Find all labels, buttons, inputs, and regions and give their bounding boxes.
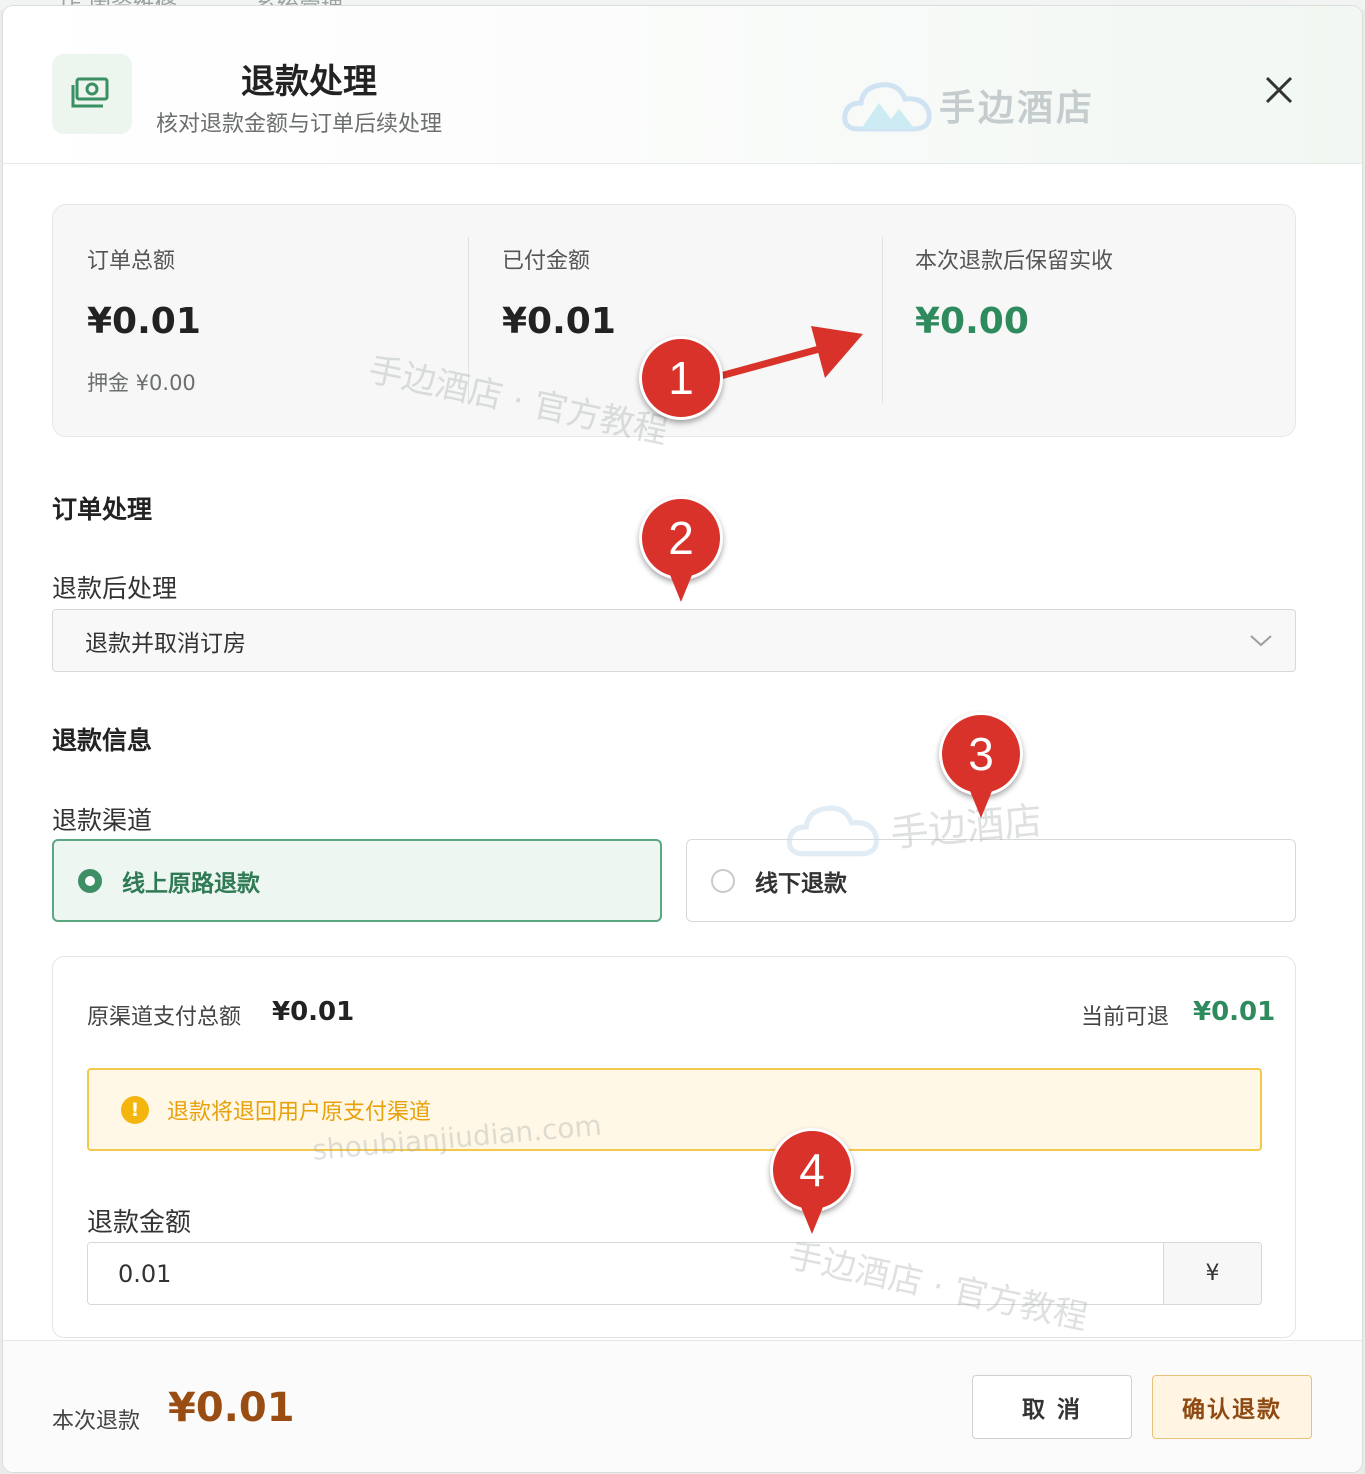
this-refund-value: ¥0.01 [168, 1385, 295, 1431]
summary-divider [882, 237, 883, 403]
annotation-badge-3: 3 [939, 712, 1023, 818]
this-refund-label: 本次退款 [52, 1409, 141, 1434]
radio-unchecked [711, 868, 735, 893]
watermark-cloud-icon [786, 805, 880, 857]
order-total-column: 订单总额 ¥0.01 押金 ¥0.00 [87, 205, 467, 436]
paid-label: 已付金额 [502, 249, 591, 274]
order-total-label: 订单总额 [87, 249, 176, 274]
refund-section-title: 退款信息 [52, 726, 153, 755]
close-icon [1265, 76, 1293, 104]
money-icon [52, 54, 132, 134]
annotation-badge-2: 2 [639, 496, 723, 602]
refund-amount-field: ¥ [87, 1242, 1262, 1305]
badge-number: 2 [639, 496, 723, 580]
order-section-title: 订单处理 [52, 495, 153, 524]
refund-detail-panel: 原渠道支付总额 ¥0.01 当前可退 ¥0.01 ! 退款将退回用户原支付渠道 … [52, 956, 1296, 1338]
original-channel-total-label: 原渠道支付总额 [87, 1005, 242, 1030]
after-refund-label: 退款后处理 [52, 574, 178, 603]
chevron-down-icon [1250, 635, 1272, 647]
order-total-value: ¥0.01 [87, 301, 201, 342]
radio-checked [78, 868, 102, 893]
channel-offline[interactable]: 线下退款 [686, 839, 1296, 922]
retained-column: 本次退款后保留实收 ¥0.00 [915, 205, 1295, 436]
cancel-button[interactable]: 取 消 [972, 1375, 1132, 1439]
retained-label: 本次退款后保留实收 [915, 249, 1114, 274]
dialog-title: 退款处理 [241, 62, 377, 102]
dialog-footer: 本次退款 ¥0.01 取 消 确认退款 [3, 1340, 1362, 1472]
warning-icon: ! [121, 1095, 149, 1124]
badge-pointer [968, 786, 994, 818]
after-refund-select[interactable]: 退款并取消订房 [52, 609, 1296, 672]
badge-number: 1 [639, 336, 723, 420]
retained-value: ¥0.00 [915, 301, 1029, 342]
badge-number: 3 [939, 712, 1023, 796]
available-refund-label: 当前可退 [1081, 1005, 1170, 1030]
brand-logo: 手边酒店 [841, 70, 1121, 140]
paid-value: ¥0.01 [502, 301, 616, 342]
confirm-refund-button[interactable]: 确认退款 [1152, 1375, 1312, 1439]
dialog-header: 退款处理 核对退款金额与订单后续处理 手边酒店 [3, 6, 1362, 164]
refund-notice: ! 退款将退回用户原支付渠道 [87, 1068, 1262, 1151]
deposit-text: 押金 ¥0.00 [87, 371, 196, 395]
dialog-subtitle: 核对退款金额与订单后续处理 [156, 112, 443, 137]
available-refund-value: ¥0.01 [1193, 997, 1276, 1027]
channel-online-original[interactable]: 线上原路退款 [52, 839, 662, 922]
channel-label: 线下退款 [755, 870, 847, 897]
annotation-badge-4: 4 [770, 1128, 854, 1234]
refund-channel-label: 退款渠道 [52, 806, 153, 835]
refund-dialog: 退款处理 核对退款金额与订单后续处理 手边酒店 订单总额 ¥0.01 押金 ¥0… [3, 6, 1362, 1472]
after-refund-selected: 退款并取消订房 [85, 630, 246, 657]
badge-pointer [668, 570, 694, 602]
close-button[interactable] [1257, 68, 1301, 112]
currency-suffix: ¥ [1163, 1243, 1261, 1304]
annotation-arrow-icon [709, 326, 863, 382]
badge-pointer [799, 1202, 825, 1234]
badge-number: 4 [770, 1128, 854, 1212]
annotation-badge-1: 1 [639, 336, 723, 420]
refund-amount-label: 退款金额 [87, 1208, 192, 1238]
refund-amount-input[interactable] [88, 1243, 1163, 1304]
summary-divider [468, 237, 469, 403]
logo-text: 手边酒店 [939, 88, 1096, 129]
channel-label: 线上原路退款 [122, 870, 260, 897]
cloud-mountain-icon [842, 82, 932, 132]
notice-text: 退款将退回用户原支付渠道 [167, 1099, 432, 1125]
original-channel-total-value: ¥0.01 [272, 997, 355, 1027]
